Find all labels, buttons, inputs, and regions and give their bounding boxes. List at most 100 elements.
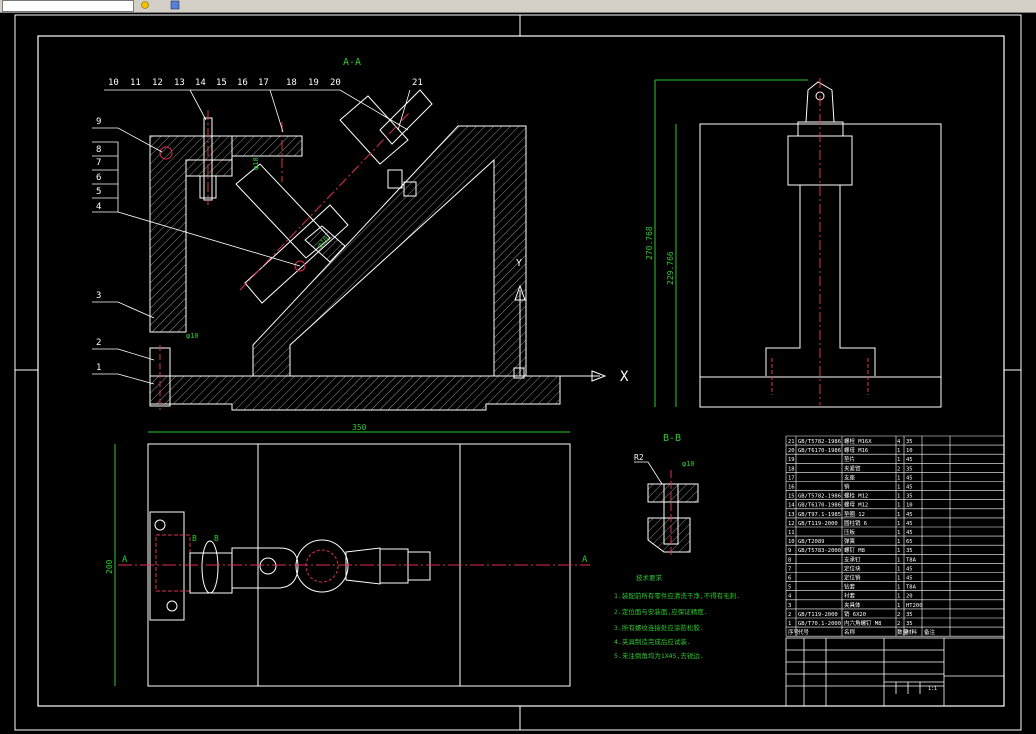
bom-cell: 9 bbox=[788, 548, 791, 554]
angled-support bbox=[252, 125, 527, 377]
x-axis-label: X bbox=[620, 369, 629, 385]
bom-cell: 35 bbox=[906, 548, 913, 554]
bom-cell: 13 bbox=[788, 512, 795, 518]
bom-cell: 16 bbox=[788, 485, 795, 491]
bom-cell: 6 bbox=[788, 576, 791, 582]
bom-cell: 钻套 bbox=[844, 583, 856, 591]
leader-lines-top bbox=[104, 89, 411, 133]
plan-link bbox=[345, 547, 381, 585]
bom-cell: 1 bbox=[897, 521, 900, 527]
bom-cell: 垫片 bbox=[844, 455, 855, 463]
section-view-bb: B-B R2 φ10 bbox=[634, 433, 699, 556]
dim-350-label: 350 bbox=[352, 423, 367, 432]
plan-arm bbox=[231, 547, 299, 589]
bom-cell: GB/T97.1-1985 bbox=[798, 512, 841, 518]
bom-cell: 35 bbox=[906, 466, 913, 472]
part-label-5: 5 bbox=[96, 187, 101, 197]
bb-r2-leader bbox=[634, 461, 663, 485]
part-label-15: 15 bbox=[216, 78, 227, 88]
bom-cell: 销 bbox=[844, 483, 850, 491]
bom-cell: 1 bbox=[897, 448, 900, 454]
dim-270-label: 270.768 bbox=[645, 226, 654, 260]
bom-cell: 65 bbox=[906, 539, 913, 545]
plan-marker-b-right: B bbox=[214, 534, 219, 543]
bom-cell: 夹具体 bbox=[844, 601, 861, 609]
bom-cell: 支座 bbox=[844, 473, 856, 481]
bom-cell: 定位块 bbox=[844, 564, 861, 572]
technical-notes: 技术要求 1.装配前所有零件应清洗干净,不得有毛刺. 2.定位面与安装面,应保证… bbox=[614, 573, 740, 660]
bom-cell: 35 bbox=[906, 439, 913, 445]
plan-bolt-icon-bottom bbox=[166, 600, 178, 612]
bom-cell: 1 bbox=[897, 475, 900, 481]
layer-state-icon[interactable] bbox=[140, 0, 150, 10]
plan-marker-b-left: B bbox=[192, 534, 197, 543]
bom-cell: GB/T5783-2000 bbox=[798, 548, 841, 554]
bom-cell: 压板 bbox=[844, 528, 856, 536]
plan-handle bbox=[407, 551, 431, 581]
plan-view: A A B B 350 200 bbox=[105, 423, 590, 687]
dim-229-label: 229.766 bbox=[666, 251, 675, 285]
part-label-2: 2 bbox=[96, 338, 101, 348]
part-label-10: 10 bbox=[108, 78, 119, 88]
bom-cell: 11 bbox=[788, 530, 795, 536]
bom-header-cell: 备注 bbox=[924, 628, 936, 636]
bom-cell: 2 bbox=[788, 612, 791, 618]
bom-cell: HT200 bbox=[906, 603, 923, 609]
plan-clamp-base bbox=[189, 552, 233, 594]
dim-phi-3: φ10 bbox=[186, 332, 199, 340]
part-label-7: 7 bbox=[96, 158, 101, 168]
part-label-16: 16 bbox=[237, 78, 248, 88]
bom-cell: 19 bbox=[788, 457, 795, 463]
bom-header-cell: 名称 bbox=[844, 628, 856, 636]
bom-cell: 垫圈 12 bbox=[844, 510, 865, 518]
part-label-20: 20 bbox=[330, 78, 341, 88]
title-block-scale: 1:1 bbox=[928, 686, 937, 692]
bom-cell: 7 bbox=[788, 566, 791, 572]
layer-color-icon[interactable] bbox=[170, 0, 180, 10]
bom-cell: 1 bbox=[897, 557, 900, 563]
bom-cell: 夹紧臂 bbox=[844, 464, 861, 472]
bom-cell: 18 bbox=[788, 466, 795, 472]
bom-cell: 1 bbox=[897, 603, 900, 609]
bom-cell: 20 bbox=[906, 594, 913, 600]
bom-cell: 螺栓 M16X bbox=[844, 437, 872, 445]
bom-cell: 2 bbox=[897, 621, 900, 627]
bom-cell: 1 bbox=[897, 494, 900, 500]
bom-cell: 1 bbox=[897, 576, 900, 582]
bom-cell: 4 bbox=[788, 594, 792, 600]
bom-cell: 17 bbox=[788, 475, 795, 481]
bb-phi-label: φ10 bbox=[682, 460, 695, 468]
top-toolbar bbox=[0, 0, 1036, 13]
bb-r2-label: R2 bbox=[634, 453, 644, 462]
part-numbers-top: 10 11 12 13 14 15 16 17 18 19 20 21 bbox=[108, 78, 423, 88]
y-axis-label: Y bbox=[516, 258, 522, 269]
bom-cell: 螺母 M12 bbox=[844, 501, 868, 509]
bom-cell: 1 bbox=[897, 585, 900, 591]
bom-cell: 螺钉 M8 bbox=[844, 546, 865, 554]
cad-drawing-canvas[interactable]: A-A φ10 φ10 φ10 X Y 10 11 12 13 14 15 16… bbox=[0, 13, 1036, 734]
bom-cell: 5 bbox=[788, 585, 791, 591]
bom-cell: 12 bbox=[788, 521, 795, 527]
part-numbers-left: 9 8 7 6 5 4 3 2 1 bbox=[96, 117, 101, 373]
part-label-1: 1 bbox=[96, 363, 101, 373]
plan-disc-hidden bbox=[305, 549, 339, 583]
bom-cell: 45 bbox=[906, 457, 913, 463]
bom-cell: 15 bbox=[788, 494, 795, 500]
tech-note-5: 5.未注倒角均为1X45,去锐边. bbox=[614, 651, 704, 660]
bb-top-plate bbox=[647, 483, 699, 503]
bom-cell: 2 bbox=[897, 466, 900, 472]
bom-cell: 45 bbox=[906, 521, 913, 527]
bom-cell: 35 bbox=[906, 494, 913, 500]
side-view: 270.768 229.766 bbox=[645, 78, 942, 408]
bom-cell: 弹簧 bbox=[844, 537, 856, 545]
tech-note-1: 1.装配前所有零件应清洗干净,不得有毛刺. bbox=[614, 591, 740, 600]
command-input[interactable] bbox=[2, 0, 134, 12]
plan-washer-icon bbox=[201, 540, 219, 594]
bom-cell: 螺母 M16 bbox=[844, 446, 868, 454]
bom-cell: 8 bbox=[788, 557, 791, 563]
bom-cell: 4 bbox=[897, 439, 901, 445]
bom-cell: 1 bbox=[897, 539, 900, 545]
bom-header-cell: 材料 bbox=[906, 628, 918, 636]
bom-cell: 2 bbox=[897, 612, 900, 618]
section-aa-title: A-A bbox=[343, 57, 361, 68]
